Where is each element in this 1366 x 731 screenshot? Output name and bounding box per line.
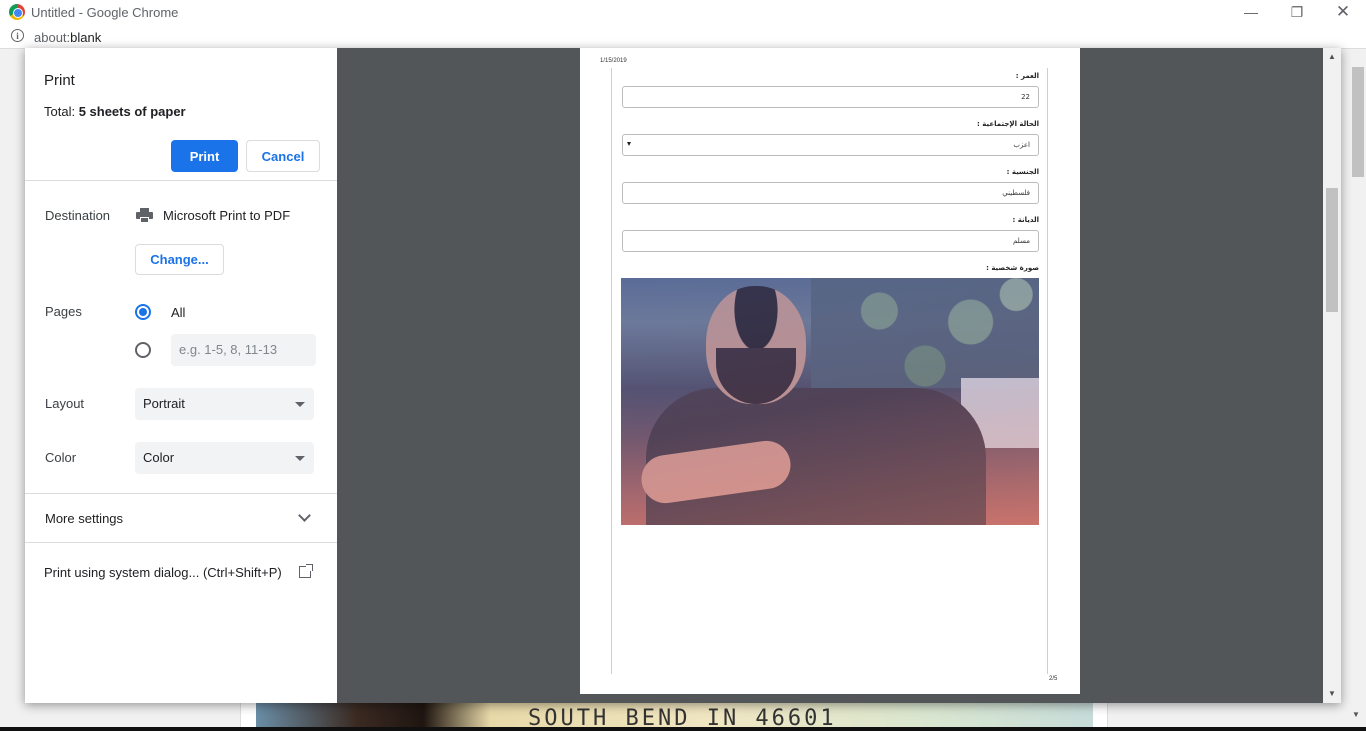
dropdown-arrow-icon	[295, 402, 305, 407]
divider	[25, 180, 337, 181]
sheet-total-prefix: Total:	[44, 104, 79, 119]
cancel-button[interactable]: Cancel	[246, 140, 320, 172]
chevron-down-icon[interactable]	[298, 509, 311, 522]
page-border-left	[611, 68, 612, 674]
pages-all-label[interactable]: All	[171, 305, 185, 320]
print-preview-area[interactable]: 1/15/2019 العمر : 22 الحالة الإجتماعية :…	[337, 48, 1341, 703]
age-label: العمر :	[1015, 72, 1039, 80]
color-select[interactable]: Color	[135, 442, 314, 474]
religion-label: الديانة :	[1012, 216, 1039, 224]
nationality-field: فلسطيني	[622, 182, 1039, 204]
layout-label: Layout	[45, 396, 85, 411]
print-title: Print	[44, 72, 75, 89]
age-value: 22	[1021, 93, 1030, 101]
site-info-icon[interactable]: i	[11, 29, 24, 42]
nationality-label: الجنسية :	[1006, 168, 1039, 176]
window-title: Untitled - Google Chrome	[31, 5, 179, 20]
marital-status-label: الحالة الإجتماعية :	[977, 120, 1039, 128]
print-settings-panel: Print Total: 5 sheets of paper Print Can…	[25, 48, 337, 703]
dropdown-arrow-icon	[627, 142, 631, 146]
open-external-icon[interactable]	[299, 564, 313, 578]
color-select-value: Color	[143, 450, 175, 465]
sheet-total-value: 5 sheets of paper	[78, 104, 186, 119]
page-scroll-down-arrow-icon[interactable]: ▼	[1352, 710, 1360, 719]
religion-value: مسلم	[1013, 237, 1030, 245]
title-bar: Untitled - Google Chrome — ❐ ✕	[0, 0, 1366, 24]
change-destination-button[interactable]: Change...	[135, 244, 224, 275]
page-border-right	[1047, 68, 1048, 674]
preview-scrollbar[interactable]: ▲ ▼	[1323, 48, 1341, 703]
system-dialog-link[interactable]: Print using system dialog... (Ctrl+Shift…	[44, 565, 282, 580]
printer-icon	[136, 208, 153, 223]
taskbar-edge	[0, 727, 1366, 731]
marital-status-field: اعزب	[622, 134, 1039, 156]
photo-color-wash	[621, 278, 1039, 525]
page-scrollbar-thumb[interactable]	[1352, 67, 1364, 177]
divider	[25, 542, 337, 543]
divider	[25, 493, 337, 494]
pages-all-radio[interactable]	[135, 304, 151, 320]
layout-select-value: Portrait	[143, 396, 185, 411]
preview-scrollbar-thumb[interactable]	[1326, 188, 1338, 312]
destination-label: Destination	[45, 208, 111, 223]
pages-label: Pages	[45, 304, 82, 319]
close-window-button[interactable]: ✕	[1320, 0, 1366, 24]
scroll-down-arrow-icon[interactable]: ▼	[1328, 689, 1336, 698]
destination-printer: Microsoft Print to PDF	[163, 208, 291, 223]
print-dialog: Print Total: 5 sheets of paper Print Can…	[25, 48, 1341, 703]
pages-custom-radio[interactable]	[135, 342, 151, 358]
chrome-logo-icon	[9, 4, 25, 20]
age-field: 22	[622, 86, 1039, 108]
marital-status-value: اعزب	[1013, 141, 1030, 149]
address-bar[interactable]: i about:blank	[0, 24, 1366, 49]
url-text[interactable]: about:blank	[34, 30, 101, 45]
nationality-value: فلسطيني	[1002, 189, 1030, 197]
color-label: Color	[45, 450, 77, 465]
url-scheme: about:	[34, 30, 71, 45]
url-host: blank	[70, 30, 102, 45]
restore-button[interactable]: ❐	[1274, 0, 1320, 24]
minimize-button[interactable]: —	[1228, 0, 1274, 24]
preview-page: 1/15/2019 العمر : 22 الحالة الإجتماعية :…	[580, 48, 1080, 694]
layout-select[interactable]: Portrait	[135, 388, 314, 420]
religion-field: مسلم	[622, 230, 1039, 252]
scroll-up-arrow-icon[interactable]: ▲	[1328, 52, 1336, 61]
sheet-total: Total: 5 sheets of paper	[44, 104, 186, 119]
more-settings-toggle[interactable]: More settings	[45, 511, 123, 526]
page-number: 2/5	[1049, 676, 1058, 682]
photo-label: صورة شخصية :	[986, 264, 1039, 272]
pages-custom-input[interactable]: e.g. 1-5, 8, 11-13	[171, 334, 316, 366]
page-header-date: 1/15/2019	[600, 58, 627, 64]
dropdown-arrow-icon	[295, 456, 305, 461]
personal-photo	[621, 278, 1039, 525]
print-button[interactable]: Print	[171, 140, 238, 172]
